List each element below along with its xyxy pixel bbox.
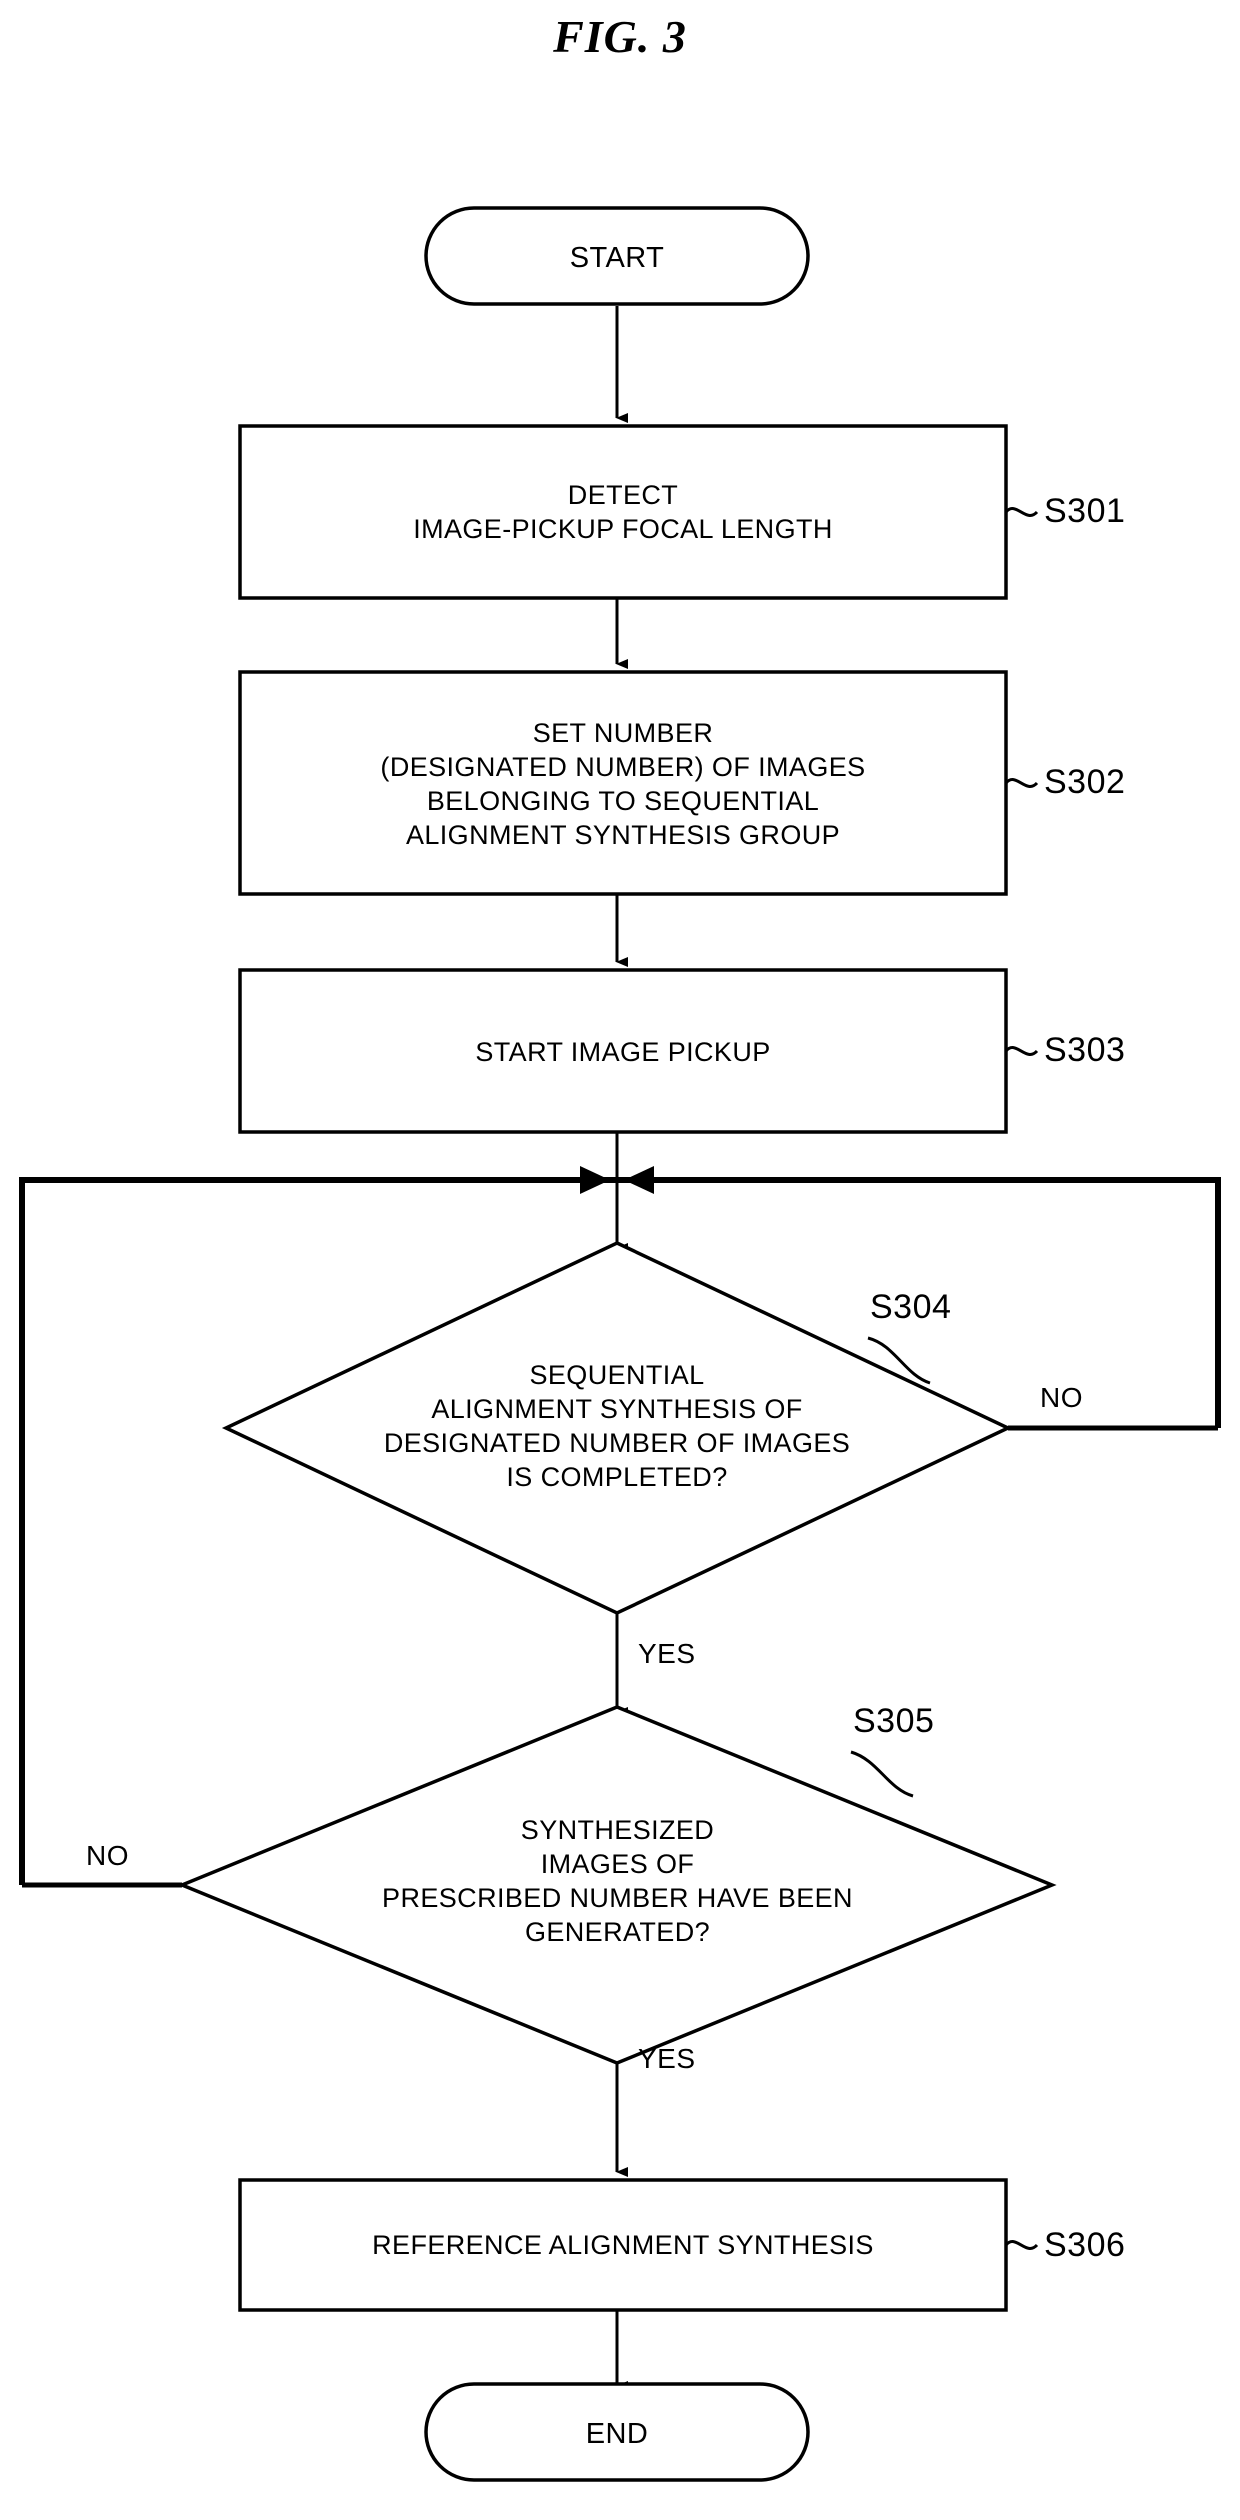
s305-no-label: NO [86, 1840, 129, 1871]
end-node-shape [424, 2382, 810, 2482]
start-node-shape [424, 206, 810, 306]
s305-yes-label: YES [638, 2043, 696, 2074]
loopback-arrow-left [580, 1166, 610, 1194]
s301-step-label: S301 [1044, 492, 1126, 530]
s303-leader-line [1004, 1046, 1039, 1056]
s304-no-label: NO [1040, 1382, 1083, 1413]
s302-node-shape [238, 670, 1008, 896]
s306-step-label: S306 [1044, 2226, 1126, 2264]
s305-node-shape [177, 1705, 1057, 2065]
s301-leader-line [1004, 507, 1039, 517]
figure-page: FIG. 3 START DETECT IMAGE-PICKUP FOCAL L… [0, 0, 1240, 2520]
flowchart-canvas [19, 206, 1221, 2482]
s306-leader-line [1004, 2240, 1039, 2250]
s301-node-shape [238, 424, 1008, 600]
s303-step-label: S303 [1044, 1031, 1126, 1069]
s306-node-shape [238, 2178, 1008, 2312]
s305-leader-line [850, 1750, 914, 1798]
s303-node-shape [238, 968, 1008, 1134]
s304-step-label: S304 [870, 1288, 952, 1326]
s302-leader-line [1004, 778, 1039, 788]
s305-step-label: S305 [853, 1702, 935, 1740]
loopback-arrow-right [624, 1166, 654, 1194]
s304-yes-label: YES [638, 1638, 696, 1669]
s302-step-label: S302 [1044, 763, 1126, 801]
